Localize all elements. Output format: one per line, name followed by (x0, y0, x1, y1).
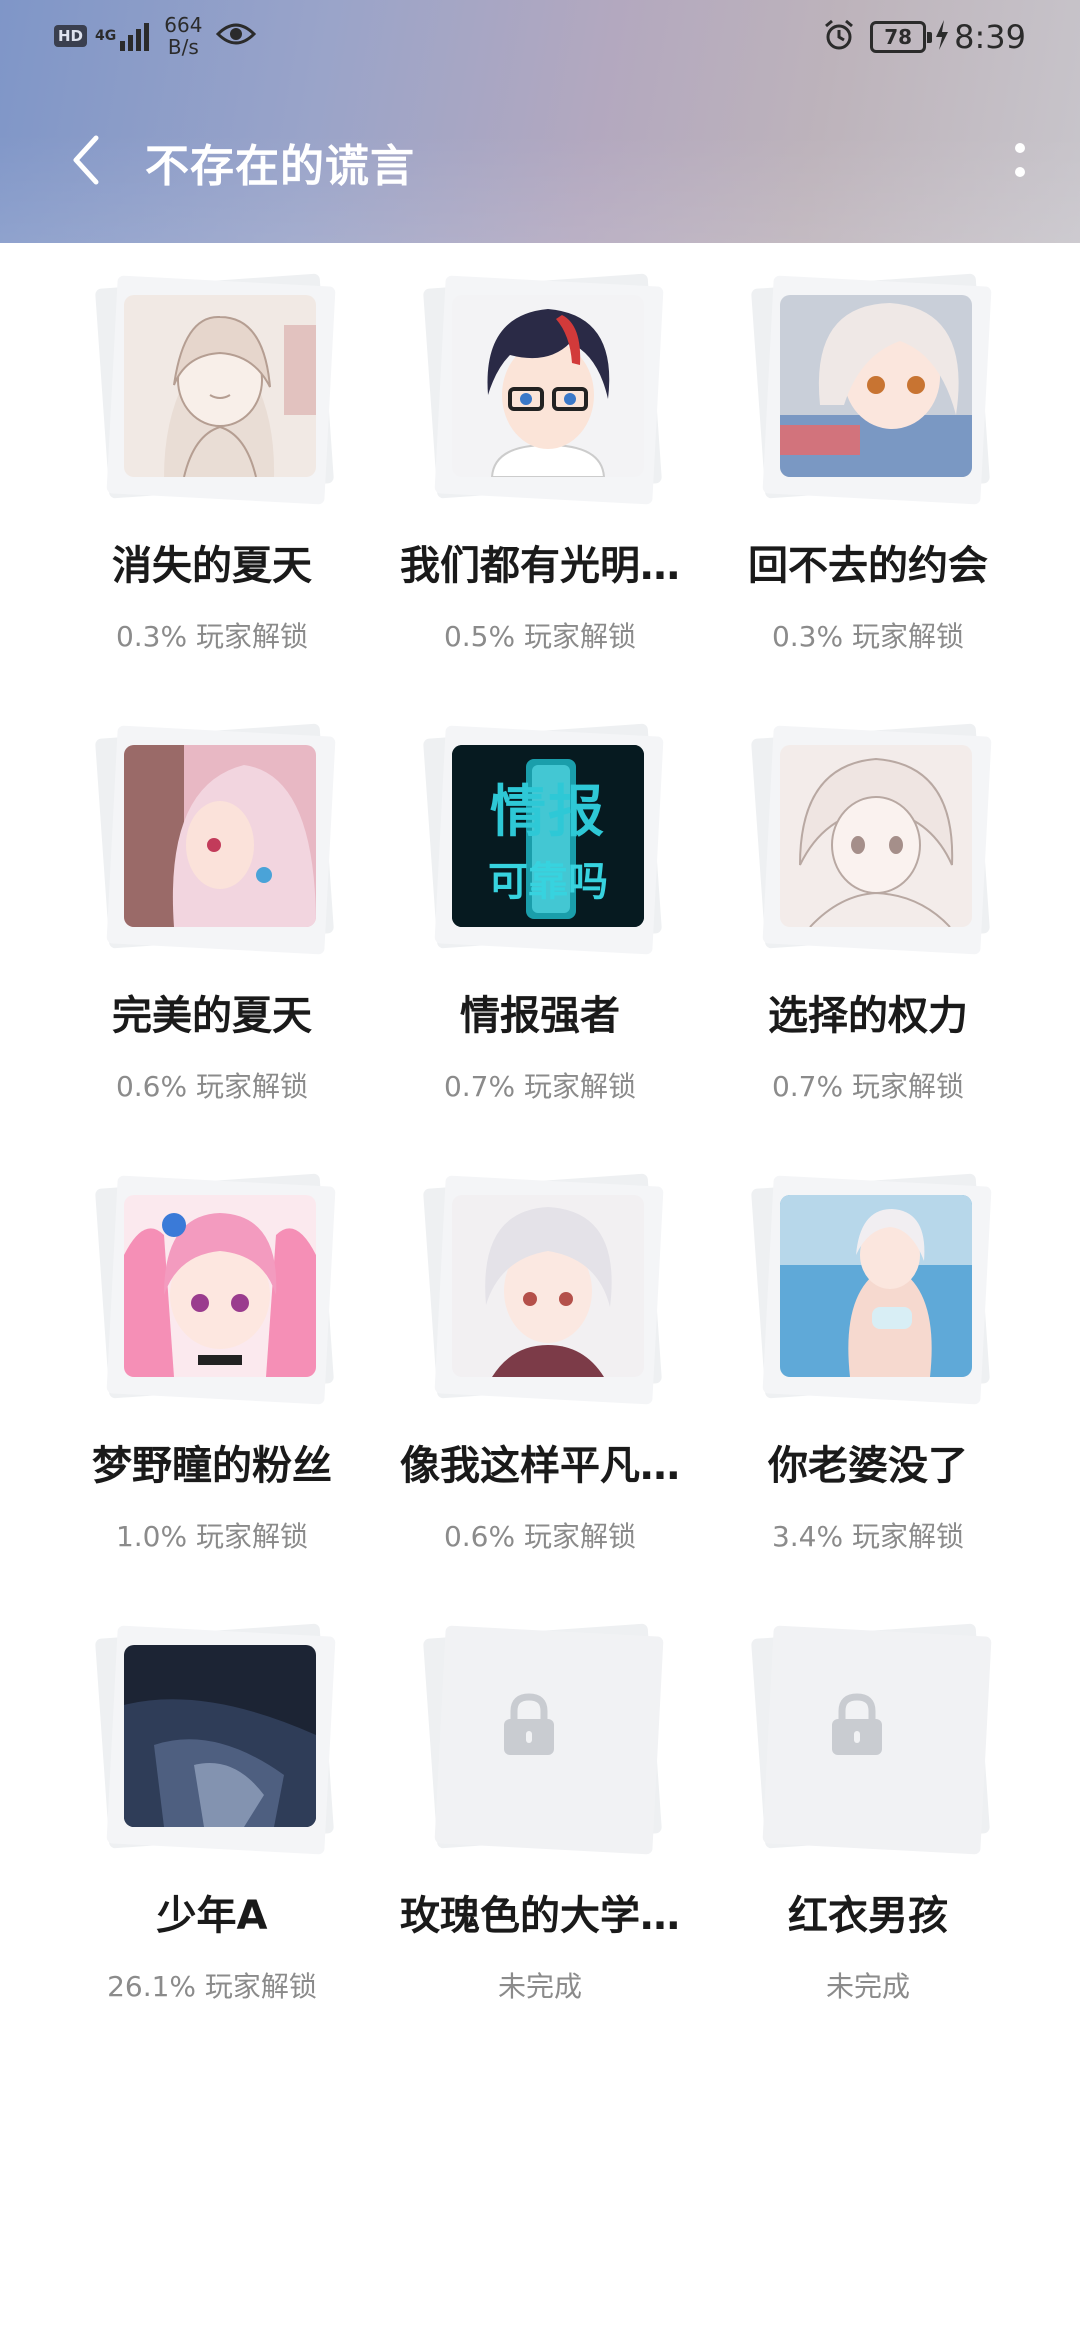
achievement-card[interactable]: 像我这样平凡… 0.6% 玩家解锁 (376, 1143, 704, 1553)
achievement-thumbnail (94, 1623, 336, 1863)
speed-value: 664 (164, 13, 203, 37)
achievement-thumbnail (750, 1173, 992, 1413)
achievement-unlock-rate: 0.6% 玩家解锁 (443, 1520, 637, 1553)
achievement-card[interactable]: 情报 可靠吗 情报强者 0.7% 玩家解锁 (376, 693, 704, 1103)
achievement-unlock-rate: 26.1% 玩家解锁 (107, 1970, 317, 2003)
achievement-art-pink-twintail (124, 1195, 316, 1377)
eye-icon (216, 20, 257, 52)
lock-icon (504, 1693, 554, 1755)
achievement-title: 你老婆没了 (768, 1443, 968, 1489)
achievement-unlock-rate: 0.3% 玩家解锁 (115, 620, 309, 653)
network-type: 4G (95, 28, 117, 44)
achievement-thumbnail (422, 1173, 664, 1413)
battery-level: 78 (870, 21, 933, 53)
achievement-thumbnail: 情报 可靠吗 (422, 723, 664, 963)
achievement-art-white-hair-girl (780, 295, 972, 477)
achievement-art-sketch-girl-2 (780, 745, 972, 927)
achievement-card[interactable]: 我们都有光明… 0.5% 玩家解锁 (376, 243, 704, 653)
status-bar: HD 4G 664 B/s 78 8:39 (0, 0, 1080, 76)
achievement-art-boy-glasses (452, 295, 644, 477)
achievement-status: 未完成 (497, 1970, 582, 2003)
art-text-line1: 情报 (490, 780, 606, 845)
back-button[interactable] (62, 128, 118, 192)
achievement-thumbnail (94, 273, 336, 513)
more-vertical-icon (1015, 143, 1025, 177)
achievement-unlock-rate: 0.6% 玩家解锁 (115, 1070, 309, 1103)
achievement-unlock-rate: 0.7% 玩家解锁 (771, 1070, 965, 1103)
achievement-thumbnail (422, 1623, 664, 1863)
achievement-thumbnail (94, 723, 336, 963)
page-title: 不存在的谎言 (145, 141, 415, 192)
achievement-card[interactable]: 选择的权力 0.7% 玩家解锁 (704, 693, 1032, 1103)
achievement-title: 我们都有光明… (400, 543, 680, 589)
achievement-unlock-rate: 0.7% 玩家解锁 (443, 1070, 637, 1103)
achievement-thumbnail (422, 273, 664, 513)
achievement-unlock-rate: 0.5% 玩家解锁 (443, 620, 637, 653)
clock: 8:39 (954, 18, 1026, 56)
achievement-card[interactable]: 少年A 26.1% 玩家解锁 (48, 1593, 376, 2003)
more-options-button[interactable] (998, 130, 1042, 190)
achievement-card[interactable]: 完美的夏天 0.6% 玩家解锁 (48, 693, 376, 1103)
achievement-title: 像我这样平凡… (400, 1443, 680, 1489)
achievement-title: 选择的权力 (768, 993, 968, 1039)
app-header: HD 4G 664 B/s 78 8:39 不存在的谎言 (0, 0, 1080, 243)
network-speed: 664 B/s (164, 14, 202, 58)
achievement-title: 情报强者 (460, 993, 620, 1039)
achievement-art-sketch-girl (124, 295, 316, 477)
achievement-thumbnail (94, 1173, 336, 1413)
achievement-thumbnail (750, 273, 992, 513)
achievement-status: 未完成 (825, 1970, 910, 2003)
achievement-art-info-card: 情报 可靠吗 (452, 745, 644, 927)
achievement-art-pink-profile (124, 745, 316, 927)
achievement-card[interactable]: 梦野瞳的粉丝 1.0% 玩家解锁 (48, 1143, 376, 1553)
speed-unit: B/s (167, 35, 199, 59)
achievement-thumbnail (750, 723, 992, 963)
achievement-card[interactable]: 回不去的约会 0.3% 玩家解锁 (704, 243, 1032, 653)
alarm-icon (822, 18, 856, 56)
status-left: HD 4G 664 B/s (54, 14, 257, 58)
hd-badge: HD (54, 25, 88, 47)
achievement-card[interactable]: 你老婆没了 3.4% 玩家解锁 (704, 1143, 1032, 1553)
title-bar: 不存在的谎言 (0, 120, 1080, 200)
achievement-title: 完美的夏天 (112, 993, 312, 1039)
achievement-card[interactable]: 消失的夏天 0.3% 玩家解锁 (48, 243, 376, 653)
achievement-title: 消失的夏天 (112, 543, 312, 589)
charging-icon (934, 20, 950, 54)
achievement-art-dark-scene (124, 1645, 316, 1827)
art-text-line2: 可靠吗 (488, 859, 608, 905)
achievement-art-pool-girl (780, 1195, 972, 1377)
achievement-art-silver-hair (452, 1195, 644, 1377)
achievement-title: 少年A (156, 1893, 268, 1939)
achievement-card-locked[interactable]: 玫瑰色的大学… 未完成 (376, 1593, 704, 2003)
achievement-title: 红衣男孩 (788, 1893, 948, 1939)
achievement-unlock-rate: 3.4% 玩家解锁 (771, 1520, 965, 1553)
back-arrow-icon (73, 135, 99, 185)
achievement-title: 回不去的约会 (748, 543, 988, 589)
achievement-unlock-rate: 1.0% 玩家解锁 (115, 1520, 309, 1553)
status-right: 78 8:39 (822, 18, 1026, 56)
achievement-title: 梦野瞳的粉丝 (92, 1443, 332, 1489)
achievement-unlock-rate: 0.3% 玩家解锁 (771, 620, 965, 653)
achievement-title: 玫瑰色的大学… (400, 1893, 680, 1939)
signal-icon (120, 21, 152, 51)
lock-icon (832, 1693, 882, 1755)
achievement-card-locked[interactable]: 红衣男孩 未完成 (704, 1593, 1032, 2003)
achievement-thumbnail (750, 1623, 992, 1863)
